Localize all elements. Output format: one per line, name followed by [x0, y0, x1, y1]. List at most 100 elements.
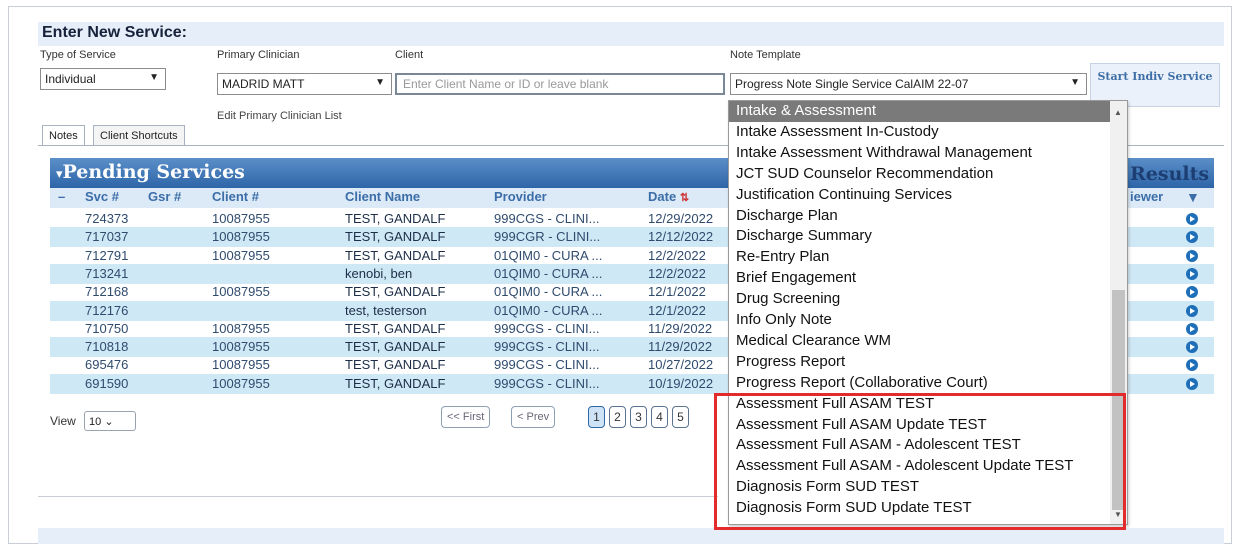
results-title: Results	[1130, 163, 1210, 185]
row-provider: 01QIM0 - CURA ...	[494, 247, 603, 263]
row-date: 10/19/2022	[648, 375, 714, 391]
highlight-box	[714, 393, 1126, 530]
chevron-down-icon: ▼	[375, 77, 385, 88]
open-note-icon[interactable]	[1186, 249, 1198, 262]
primary-clinician-label: Primary Clinician	[217, 49, 300, 61]
row-provider: 999CGS - CLINI...	[494, 211, 600, 226]
client-search-input[interactable]: Enter Client Name or ID or leave blank	[395, 73, 725, 95]
dropdown-option[interactable]: Intake & Assessment	[729, 101, 1111, 122]
pager-page-3[interactable]: 3	[630, 406, 647, 428]
collapse-icon[interactable]: –	[58, 189, 65, 204]
row-client-name: TEST, GANDALF	[345, 375, 446, 391]
row-date: 11/29/2022	[648, 339, 713, 355]
dropdown-option[interactable]: Drug Screening	[729, 289, 1111, 310]
tab-client-shortcuts[interactable]: Client Shortcuts	[93, 125, 185, 146]
dropdown-option[interactable]: Progress Report (Collaborative Court)	[729, 373, 1111, 394]
row-provider: 999CGS - CLINI...	[494, 357, 600, 373]
row-client: 10087955	[212, 320, 270, 336]
open-note-icon[interactable]	[1186, 304, 1198, 317]
open-note-icon[interactable]	[1186, 231, 1198, 244]
filter-icon[interactable]: ▼	[1186, 189, 1200, 205]
open-note-icon[interactable]	[1186, 359, 1198, 372]
client-label: Client	[395, 49, 424, 61]
row-client: 10087955	[212, 247, 270, 263]
dropdown-option[interactable]: Re-Entry Plan	[729, 247, 1111, 268]
col-gsr[interactable]: Gsr #	[148, 189, 181, 204]
row-svc: 695476	[85, 357, 129, 373]
col-viewer[interactable]: iewer	[1130, 189, 1163, 204]
col-date[interactable]: Date ⇅	[648, 189, 689, 204]
dropdown-option[interactable]: Brief Engagement	[729, 268, 1111, 289]
col-svc[interactable]: Svc #	[85, 189, 119, 204]
row-client: 10087955	[212, 375, 270, 391]
open-note-icon[interactable]	[1186, 322, 1198, 335]
view-count-select[interactable]: 10 ⌄	[84, 411, 136, 431]
open-note-icon[interactable]	[1186, 286, 1198, 299]
pager-prev-button[interactable]: < Prev	[511, 406, 556, 428]
dropdown-option[interactable]: Intake Assessment In-Custody	[729, 122, 1111, 143]
chevron-down-icon: ▼	[1070, 77, 1080, 88]
dropdown-option[interactable]: Medical Clearance WM	[729, 331, 1111, 352]
chevron-down-icon: ▼	[149, 72, 159, 83]
pager-page-1[interactable]: 1	[588, 406, 605, 428]
row-svc: 724373	[85, 211, 129, 226]
row-date: 12/2/2022	[648, 247, 706, 263]
row-client: 10087955	[212, 211, 270, 226]
type-of-service-value: Individual	[45, 72, 96, 86]
row-provider: 999CGS - CLINI...	[494, 375, 600, 391]
open-note-icon[interactable]	[1186, 341, 1198, 354]
row-client-name: TEST, GANDALF	[345, 339, 446, 355]
pager-page-5[interactable]: 5	[672, 406, 689, 428]
view-count-value: 10	[89, 416, 102, 428]
advanced-search-header	[38, 528, 1224, 544]
row-client-name: TEST, GANDALF	[345, 284, 446, 300]
type-of-service-select[interactable]: Individual ▼	[40, 68, 166, 90]
chevron-down-icon: ⌄	[104, 416, 114, 428]
dropdown-option[interactable]: Progress Report	[729, 352, 1111, 373]
col-client[interactable]: Client #	[212, 189, 259, 204]
pager-page-4[interactable]: 4	[651, 406, 668, 428]
row-client-name: kenobi, ben	[345, 265, 413, 281]
row-date: 12/29/2022	[648, 211, 714, 226]
col-client-name[interactable]: Client Name	[345, 189, 420, 204]
row-date: 11/29/2022	[648, 320, 713, 336]
pager-first-button[interactable]: << First	[441, 406, 491, 428]
view-label: View	[50, 414, 76, 428]
row-client-name: TEST, GANDALF	[345, 357, 446, 373]
note-template-value: Progress Note Single Service CalAIM 22-0…	[735, 77, 969, 91]
open-note-icon[interactable]	[1186, 377, 1198, 390]
row-provider: 999CGR - CLINI...	[494, 229, 601, 245]
row-svc: 712791	[85, 247, 129, 263]
row-date: 12/12/2022	[648, 229, 714, 245]
note-template-select[interactable]: Progress Note Single Service CalAIM 22-0…	[730, 73, 1087, 95]
dropdown-option[interactable]: Info Only Note	[729, 310, 1111, 331]
dropdown-option[interactable]: Intake Assessment Withdrawal Management	[729, 143, 1111, 164]
row-date: 12/2/2022	[648, 265, 706, 281]
row-client: 10087955	[212, 339, 270, 355]
dropdown-option[interactable]: Justification Continuing Services	[729, 185, 1111, 206]
row-date: 12/1/2022	[648, 302, 706, 318]
tab-notes[interactable]: Notes	[42, 125, 85, 146]
open-note-icon[interactable]	[1186, 213, 1198, 225]
row-svc: 712168	[85, 284, 129, 300]
primary-clinician-value: MADRID MATT	[222, 77, 305, 91]
pending-services-title-text: Pending Services	[62, 161, 245, 183]
row-svc: 717037	[85, 229, 129, 245]
dropdown-option[interactable]: Discharge Summary	[729, 226, 1111, 247]
primary-clinician-select[interactable]: MADRID MATT ▼	[217, 73, 392, 95]
row-svc: 713241	[85, 265, 129, 281]
col-date-label: Date	[648, 189, 677, 204]
row-client: 10087955	[212, 357, 270, 373]
row-client: 10087955	[212, 229, 270, 245]
dropdown-option[interactable]: Discharge Plan	[729, 206, 1111, 227]
scroll-up-icon[interactable]: ▲	[1114, 108, 1122, 117]
col-provider[interactable]: Provider	[494, 189, 547, 204]
pager-page-2[interactable]: 2	[609, 406, 626, 428]
pending-services-title[interactable]: ▾Pending Services	[56, 161, 245, 183]
edit-primary-clinician-link[interactable]: Edit Primary Clinician List	[217, 110, 342, 122]
row-svc: 710750	[85, 320, 129, 336]
note-template-label: Note Template	[730, 49, 801, 61]
row-client-name: test, testerson	[345, 302, 427, 318]
dropdown-option[interactable]: JCT SUD Counselor Recommendation	[729, 164, 1111, 185]
open-note-icon[interactable]	[1186, 267, 1198, 280]
